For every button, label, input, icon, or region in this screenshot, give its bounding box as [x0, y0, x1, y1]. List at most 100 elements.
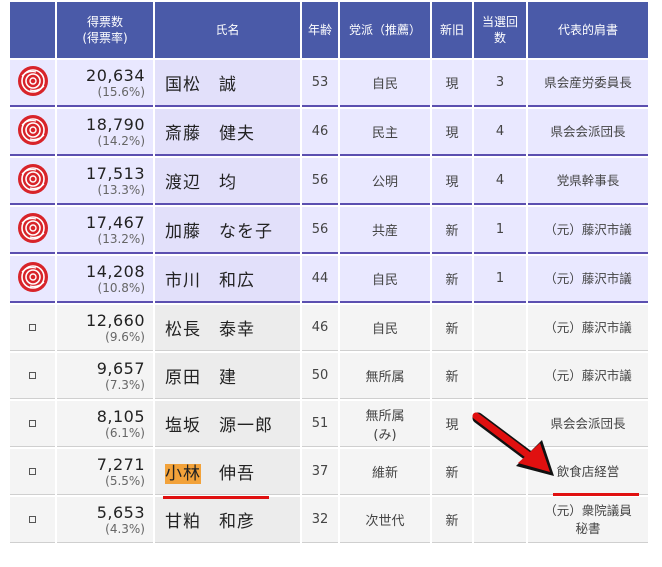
title-line1: （元）衆院議員	[544, 502, 632, 518]
votes-cell: 5,653 (4.3%)	[57, 497, 153, 543]
age-cell: 37	[302, 449, 338, 495]
elected-mark	[10, 305, 55, 351]
title-cell: （元）藤沢市議	[528, 207, 648, 254]
elected-mark	[10, 158, 55, 205]
rose-icon	[16, 64, 50, 98]
party-label: 次世代	[365, 514, 405, 529]
title-cell: （元）衆院議員 秘書	[528, 497, 648, 543]
name-family: 松長	[165, 320, 201, 340]
age-cell: 32	[302, 497, 338, 543]
status-cell: 現	[432, 109, 472, 156]
red-arrow-icon	[472, 412, 554, 476]
table-row: 14,208 (10.8%) 市川 和広 44 自民新 1 （元）藤沢市議	[10, 256, 648, 303]
vote-rate: (13.3%)	[97, 183, 145, 197]
name-given: 伸吾	[219, 464, 255, 484]
vote-rate: (7.3%)	[105, 378, 145, 392]
title-line1: 党県幹事長	[556, 172, 620, 188]
title-line1: （元）藤沢市議	[544, 319, 632, 335]
times-cell: 1	[474, 207, 526, 254]
age-cell: 53	[302, 60, 338, 107]
party-cell: 自民	[340, 60, 430, 107]
vote-count: 9,657	[96, 359, 145, 378]
candidate-name: 加藤 なを子	[155, 207, 300, 254]
square-icon	[29, 468, 36, 475]
rose-icon	[16, 162, 50, 196]
age-cell: 44	[302, 256, 338, 303]
vote-rate: (10.8%)	[97, 281, 145, 295]
title-line1: 県会産労委員長	[544, 74, 632, 90]
table-row: 12,660 (9.6%) 松長 泰幸 46 自民新（元）藤沢市議	[10, 305, 648, 351]
party-label: 維新	[371, 466, 398, 481]
times-cell: 4	[474, 109, 526, 156]
party-cell: 自民	[340, 256, 430, 303]
times-cell	[474, 305, 526, 351]
candidate-name: 渡辺均	[155, 158, 300, 205]
name-given: 和彦	[219, 512, 255, 532]
name-given: 泰幸	[219, 320, 255, 340]
header-name: 氏名	[155, 2, 300, 58]
votes-cell: 17,467 (13.2%)	[57, 207, 153, 254]
party-cell: 公明	[340, 158, 430, 205]
votes-cell: 12,660 (9.6%)	[57, 305, 153, 351]
party-label: 無所属	[365, 370, 405, 385]
candidate-name: 甘粕 和彦	[155, 497, 300, 543]
elected-mark	[10, 449, 55, 495]
age-cell: 46	[302, 109, 338, 156]
status-cell: 現	[432, 401, 472, 447]
table-row: 9,657 (7.3%) 原田建 50 無所属新（元）藤沢市議	[10, 353, 648, 399]
name-given: 健夫	[219, 124, 255, 144]
party-label: 自民	[371, 77, 398, 92]
age-cell: 56	[302, 207, 338, 254]
age-cell: 46	[302, 305, 338, 351]
status-cell: 現	[432, 158, 472, 205]
name-given: 誠	[219, 75, 237, 95]
name-family: 原田	[165, 368, 201, 388]
age-cell: 51	[302, 401, 338, 447]
status-cell: 新	[432, 449, 472, 495]
title-cell: （元）藤沢市議	[528, 305, 648, 351]
status-cell: 新	[432, 353, 472, 399]
candidate-name: 塩坂 源一郎	[155, 401, 300, 447]
name-family: 加藤	[165, 222, 201, 242]
header-age: 年齢	[302, 2, 338, 58]
square-icon	[29, 372, 36, 379]
vote-count: 18,790	[86, 115, 145, 134]
table-row: 18,790 (14.2%) 斎藤 健夫 46 民主現 4 県会会派団長	[10, 109, 648, 156]
votes-cell: 8,105 (6.1%)	[57, 401, 153, 447]
candidate-name: 斎藤 健夫	[155, 109, 300, 156]
party-endorsement: (み)	[373, 427, 397, 443]
rose-icon	[16, 260, 50, 294]
elected-mark	[10, 497, 55, 543]
elected-mark	[10, 60, 55, 107]
title-line1: （元）藤沢市議	[544, 221, 632, 237]
party-label: 無所属	[365, 408, 405, 424]
name-given: なを子	[219, 222, 273, 242]
party-cell: 無所属	[340, 353, 430, 399]
name-given: 和広	[219, 271, 255, 291]
party-label: 自民	[371, 322, 398, 337]
name-given: 均	[219, 173, 237, 193]
header-votes: 得票数 (得票率)	[57, 2, 153, 58]
candidate-name: 国松誠	[155, 60, 300, 107]
vote-count: 5,653	[96, 503, 145, 522]
age-cell: 56	[302, 158, 338, 205]
votes-cell: 7,271 (5.5%)	[57, 449, 153, 495]
square-icon	[29, 324, 36, 331]
vote-rate: (13.2%)	[97, 232, 145, 246]
name-family: 市川	[165, 271, 201, 291]
candidate-name: 松長 泰幸	[155, 305, 300, 351]
title-cell: 県会会派団長	[528, 109, 648, 156]
status-cell: 新	[432, 497, 472, 543]
name-family: 甘粕	[165, 512, 201, 532]
header-status: 新旧	[432, 2, 472, 58]
party-cell: 次世代	[340, 497, 430, 543]
elected-mark	[10, 353, 55, 399]
vote-count: 17,467	[86, 213, 145, 232]
name-underline	[163, 496, 269, 499]
square-icon	[29, 420, 36, 427]
title-line1: （元）藤沢市議	[544, 367, 632, 383]
votes-cell: 9,657 (7.3%)	[57, 353, 153, 399]
votes-cell: 17,513 (13.3%)	[57, 158, 153, 205]
elected-mark	[10, 256, 55, 303]
title-line1: （元）藤沢市議	[544, 270, 632, 286]
